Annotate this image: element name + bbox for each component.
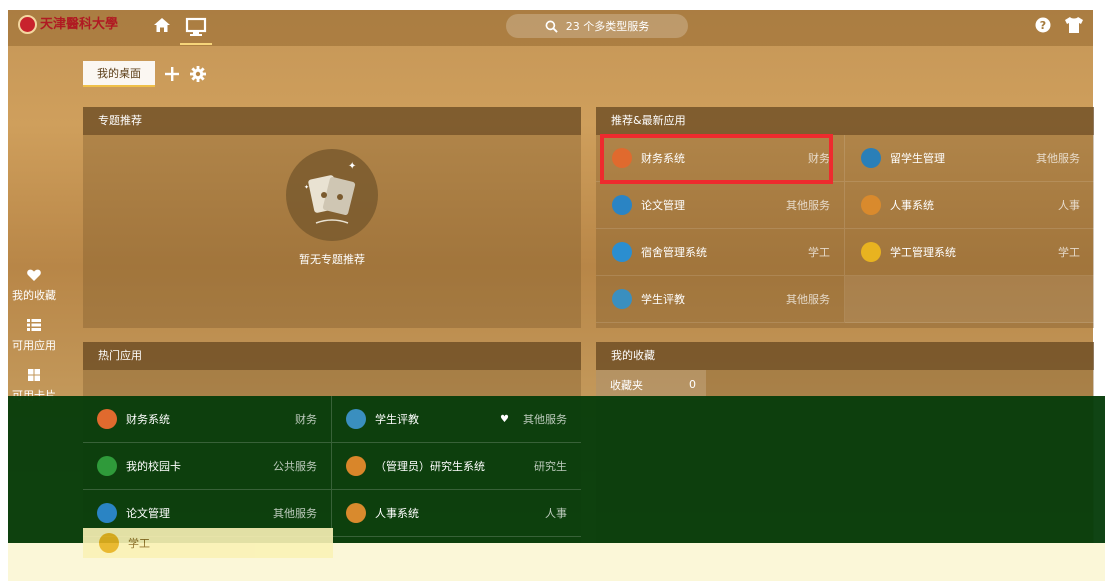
app-name: 学工管理系统 (890, 246, 956, 259)
app-name: 人事系统 (890, 199, 934, 212)
panel-title: 热门应用 (83, 342, 581, 370)
hot-app-course-eval[interactable]: 学生评教 ♥ 其他服务 (332, 396, 581, 443)
finance-app-icon (97, 409, 117, 429)
app-category: 公共服务 (273, 460, 317, 473)
svg-text:?: ? (1040, 19, 1046, 32)
left-sidebar: 我的收藏 可用应用 可用卡片 (8, 258, 60, 408)
university-logo[interactable]: 天津醫科大學 (18, 15, 118, 34)
hot-app-grad-system[interactable]: （管理员）研究生系统 研究生 (332, 443, 581, 490)
app-name: 留学生管理 (890, 152, 945, 165)
app-name: 宿舍管理系统 (641, 246, 707, 259)
app-name: 论文管理 (126, 507, 170, 520)
heart-icon (27, 269, 41, 281)
app-name: 人事系统 (375, 507, 419, 520)
app-name: 我的校园卡 (126, 460, 181, 473)
thesis-app-icon (97, 503, 117, 523)
app-category: 其他服务 (786, 293, 830, 306)
app-category: 研究生 (534, 460, 567, 473)
hot-app-hr[interactable]: 人事系统 人事 (332, 490, 581, 537)
intl-student-app-icon (861, 148, 881, 168)
topic-recommend-panel: 专题推荐 ✦ ✦ 暂无专题推荐 (83, 107, 581, 328)
app-name: 学生评教 (375, 413, 419, 426)
app-hr[interactable]: 人事系统 人事 (845, 182, 1094, 229)
search-text: 23 个多类型服务 (565, 20, 650, 33)
svg-text:✦: ✦ (348, 161, 356, 172)
hr-app-icon (346, 503, 366, 523)
search-bar[interactable]: 23 个多类型服务 (506, 14, 688, 38)
app-intl-student[interactable]: 留学生管理 其他服务 (845, 135, 1094, 182)
app-category: 学工 (1058, 246, 1080, 259)
student-affairs-app-icon (861, 242, 881, 262)
list-row: 我的校园卡 公共服务 （管理员）研究生系统 研究生 (83, 443, 581, 490)
settings-gear-icon[interactable] (189, 65, 207, 83)
tab-my-desktop[interactable]: 我的桌面 (83, 61, 155, 87)
app-category: 其他服务 (523, 413, 567, 426)
sidebar-item-favorites[interactable]: 我的收藏 (8, 258, 60, 308)
highlight-box (600, 134, 833, 184)
campus-card-app-icon (97, 456, 117, 476)
course-eval-app-icon (612, 289, 632, 309)
desktop-icon (185, 17, 207, 36)
panel-title: 我的收藏 (596, 342, 1094, 370)
app-category: 财务 (295, 413, 317, 426)
empty-topic-text: 暂无专题推荐 (299, 253, 365, 266)
empty-cell (845, 276, 1094, 323)
app-category: 人事 (1058, 199, 1080, 212)
hot-app-campus-card[interactable]: 我的校园卡 公共服务 (83, 443, 332, 490)
list-row: 财务系统 财务 学生评教 ♥ 其他服务 (83, 396, 581, 443)
app-thesis[interactable]: 论文管理 其他服务 (596, 182, 845, 229)
hot-app-finance[interactable]: 财务系统 财务 (83, 396, 332, 443)
tshirt-icon[interactable] (1064, 16, 1084, 34)
app-name: （管理员）研究生系统 (375, 460, 485, 473)
home-icon[interactable] (152, 15, 172, 35)
list-icon (27, 319, 41, 331)
panel-title: 推荐&最新应用 (596, 107, 1094, 135)
folder-count: 0 (689, 378, 696, 391)
help-icon[interactable]: ? (1035, 17, 1051, 33)
text-cursor (641, 27, 647, 28)
sidebar-item-label: 我的收藏 (12, 289, 56, 302)
student-affairs-app-icon (99, 533, 119, 553)
app-category: 其他服务 (1036, 152, 1080, 165)
search-icon (545, 20, 558, 33)
app-category: 人事 (545, 507, 567, 520)
app-name: 学生评教 (641, 293, 685, 306)
app-name: 论文管理 (641, 199, 685, 212)
logo-text: 天津醫科大學 (40, 17, 119, 32)
app-name: 财务系统 (126, 413, 170, 426)
desktop-tabs: 我的桌面 (83, 60, 207, 88)
empty-topic-icon: ✦ ✦ (286, 149, 378, 241)
app-category: 其他服务 (786, 199, 830, 212)
partial-row: 学工 (83, 528, 333, 558)
grad-system-app-icon (346, 456, 366, 476)
thesis-app-icon (612, 195, 632, 215)
active-tab-indicator (180, 43, 212, 45)
app-dormitory[interactable]: 宿舍管理系统 学工 (596, 229, 845, 276)
dormitory-app-icon (612, 242, 632, 262)
sidebar-item-apps[interactable]: 可用应用 (8, 308, 60, 358)
folder-label: 收藏夹 (610, 378, 643, 392)
hot-app-list: 财务系统 财务 学生评教 ♥ 其他服务 我的校园卡 公共服务 （管理员）研究生系… (83, 396, 581, 537)
heart-icon[interactable]: ♥ (500, 414, 509, 425)
course-eval-app-icon (346, 409, 366, 429)
app-course-eval[interactable]: 学生评教 其他服务 (596, 276, 845, 323)
sidebar-item-label: 可用应用 (12, 339, 56, 352)
app-category: 学工 (808, 246, 830, 259)
app-name: 学工 (128, 537, 150, 550)
favorites-folder[interactable]: 收藏夹 0 (596, 370, 706, 399)
hr-app-icon (861, 195, 881, 215)
logo-seal-icon (18, 15, 37, 34)
app-category: 其他服务 (273, 507, 317, 520)
add-tab-icon[interactable] (163, 65, 181, 83)
app-student-affairs[interactable]: 学工管理系统 学工 (845, 229, 1094, 276)
desktop-button[interactable] (180, 15, 212, 45)
svg-text:✦: ✦ (304, 184, 309, 191)
grid-icon (28, 369, 40, 381)
panel-title: 专题推荐 (83, 107, 581, 135)
